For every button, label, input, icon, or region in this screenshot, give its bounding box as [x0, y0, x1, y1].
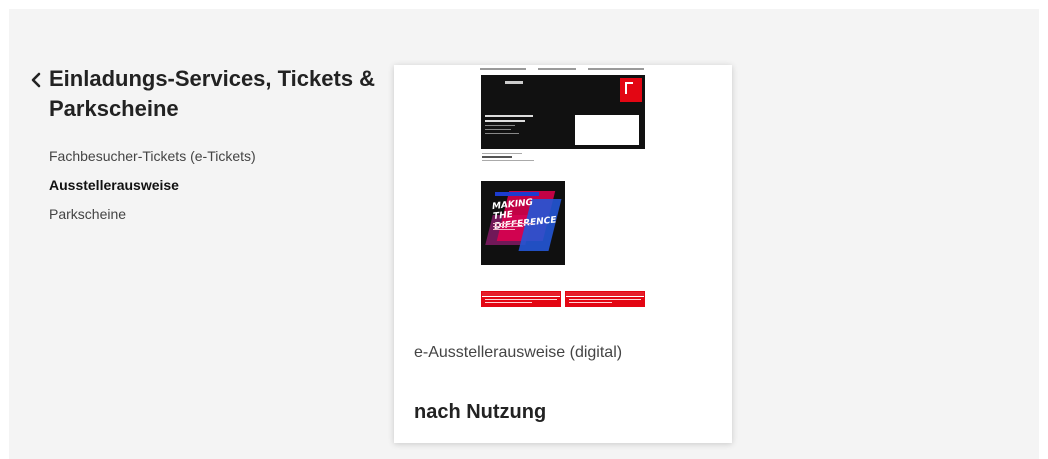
nav-item-fachbesucher-tickets[interactable]: Fachbesucher-Tickets (e-Tickets)	[49, 148, 256, 164]
exhibitor-pass-preview	[481, 75, 645, 149]
making-the-difference-banner: MAKING THE DIFFERENCE	[481, 181, 565, 265]
product-card[interactable]: MAKING THE DIFFERENCE e-Ausstellerauswei…	[394, 65, 732, 443]
ticket-holder-lines	[482, 153, 542, 163]
back-button[interactable]	[28, 70, 44, 90]
document-header-lines	[480, 68, 644, 74]
chevron-left-icon	[31, 72, 41, 88]
card-heading: nach Nutzung	[414, 401, 547, 423]
section-nav: Fachbesucher-Tickets (e-Tickets) Ausstel…	[49, 148, 256, 235]
nav-item-ausstellerausweise[interactable]: Ausstellerausweise	[49, 177, 256, 193]
card-caption: e-Ausstellerausweise (digital)	[414, 344, 623, 361]
page-title: Einladungs-Services, Tickets & Parkschei…	[49, 66, 376, 121]
info-notes-preview	[481, 291, 645, 307]
nav-item-parkscheine[interactable]: Parkscheine	[49, 206, 256, 222]
brand-logo-icon	[620, 78, 642, 102]
